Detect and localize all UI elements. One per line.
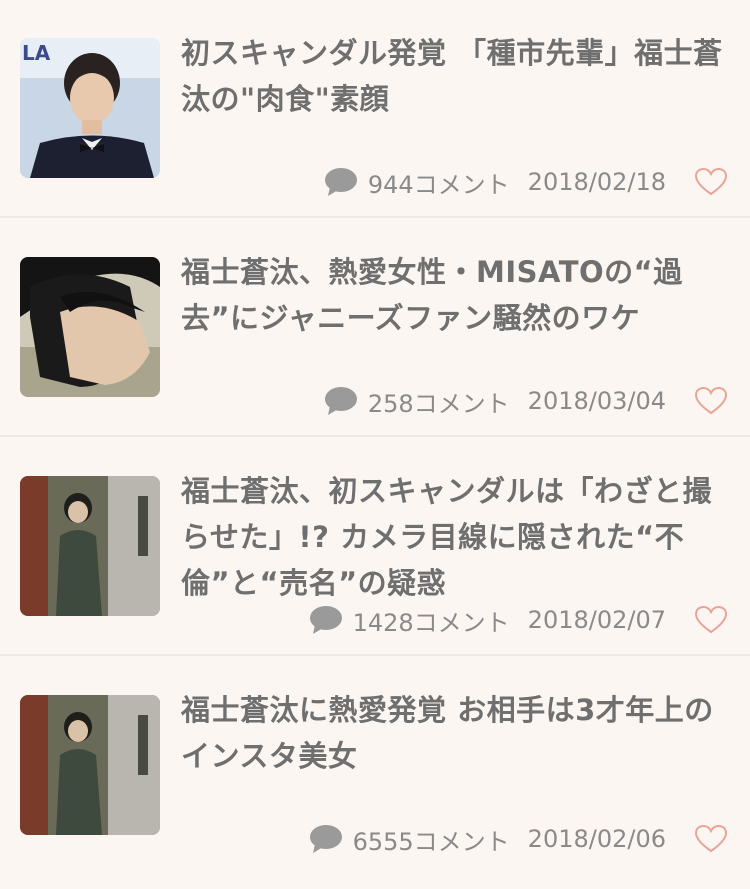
article-item[interactable]: 福士蒼汰、初スキャンダルは「わざと撮らせた」!? カメラ目線に隠された“不倫”と… <box>0 438 750 656</box>
article-meta: 944コメント 2018/02/18 <box>324 160 728 204</box>
article-meta: 258コメント 2018/03/04 <box>324 379 728 423</box>
heart-icon[interactable] <box>694 167 728 197</box>
article-thumbnail[interactable] <box>20 476 160 616</box>
comment-bubble-icon <box>324 386 358 416</box>
comment-count[interactable]: 258コメント <box>368 384 510 419</box>
comment-count[interactable]: 944コメント <box>368 165 510 200</box>
svg-text:LA: LA <box>22 41 51 65</box>
article-item[interactable]: 福士蒼汰に熱愛発覚 お相手は3才年上のインスタ美女 6555コメント 2018/… <box>0 657 750 875</box>
article-item[interactable]: 福士蒼汰、熱愛女性・MISATOの“過去”にジャニーズファン騒然のワケ 258コ… <box>0 219 750 437</box>
heart-icon[interactable] <box>694 386 728 416</box>
article-thumbnail[interactable] <box>20 257 160 397</box>
man-profile-image <box>20 257 160 397</box>
article-date: 2018/02/18 <box>527 168 666 196</box>
article-title[interactable]: 福士蒼汰に熱愛発覚 お相手は3才年上のインスタ美女 <box>181 687 731 779</box>
article-title[interactable]: 初スキャンダル発覚 「種市先輩」福士蒼汰の"肉食"素顔 <box>181 30 731 122</box>
woman-at-doorway-image <box>20 476 160 616</box>
article-meta: 6555コメント 2018/02/06 <box>309 817 728 861</box>
heart-icon[interactable] <box>694 605 728 635</box>
article-title[interactable]: 福士蒼汰、初スキャンダルは「わざと撮らせた」!? カメラ目線に隠された“不倫”と… <box>181 468 731 606</box>
article-thumbnail[interactable] <box>20 695 160 835</box>
man-in-tuxedo-image: LA <box>20 38 160 178</box>
woman-at-doorway-image <box>20 695 160 835</box>
comment-count[interactable]: 1428コメント <box>353 603 510 638</box>
comment-bubble-icon <box>309 605 343 635</box>
article-date: 2018/02/07 <box>527 606 666 634</box>
article-date: 2018/02/06 <box>527 825 666 853</box>
comment-bubble-icon <box>324 167 358 197</box>
article-item[interactable]: LA 初スキャンダル発覚 「種市先輩」福士蒼汰の"肉食"素顔 944コメント 2… <box>0 0 750 218</box>
comment-count[interactable]: 6555コメント <box>353 822 510 857</box>
article-list: LA 初スキャンダル発覚 「種市先輩」福士蒼汰の"肉食"素顔 944コメント 2… <box>0 0 750 889</box>
article-meta: 1428コメント 2018/02/07 <box>309 598 728 642</box>
article-thumbnail[interactable]: LA <box>20 38 160 178</box>
heart-icon[interactable] <box>694 824 728 854</box>
comment-bubble-icon <box>309 824 343 854</box>
article-date: 2018/03/04 <box>527 387 666 415</box>
article-title[interactable]: 福士蒼汰、熱愛女性・MISATOの“過去”にジャニーズファン騒然のワケ <box>181 249 731 341</box>
